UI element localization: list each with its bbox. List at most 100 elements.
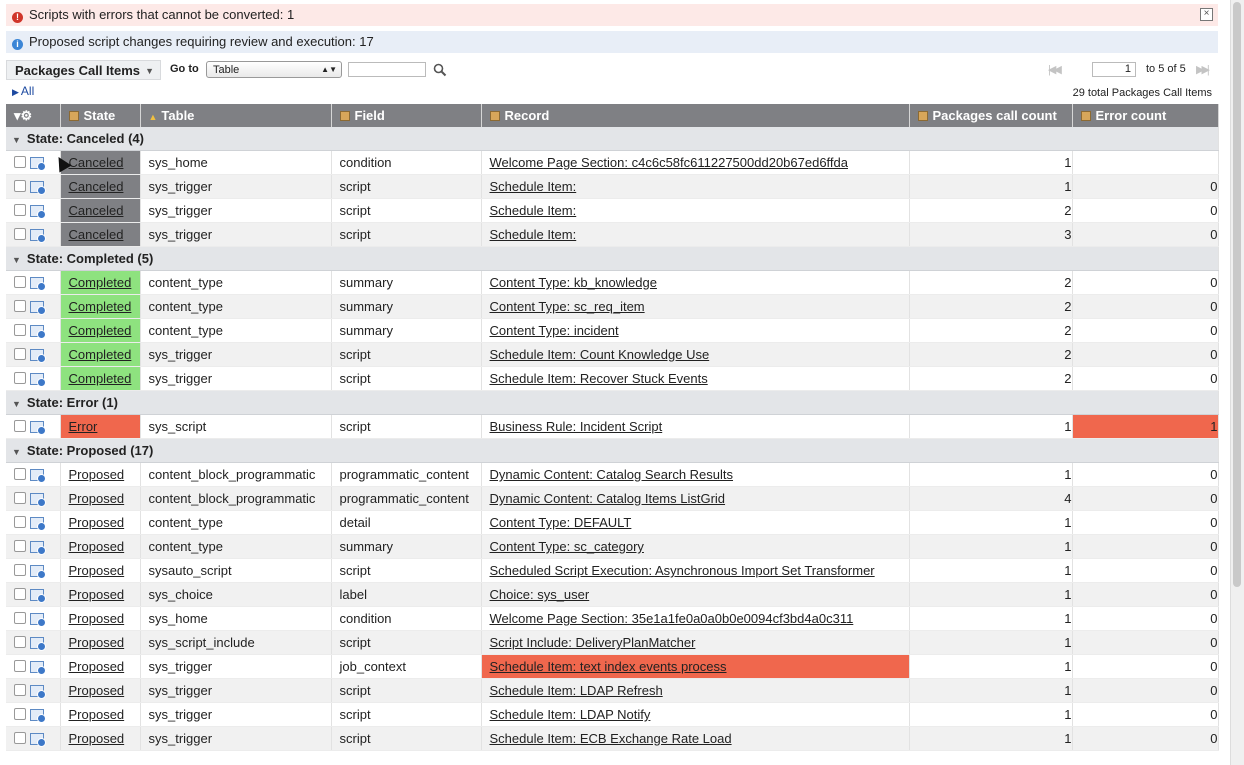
state-link[interactable]: Proposed <box>69 515 125 530</box>
state-column-header[interactable]: State <box>60 104 141 127</box>
gear-icon[interactable]: ▾⚙ <box>14 108 32 123</box>
record-column-header[interactable]: Record <box>481 104 910 127</box>
record-preview-icon[interactable] <box>30 589 46 603</box>
state-link[interactable]: Error <box>69 419 98 434</box>
record-preview-icon[interactable] <box>30 325 46 339</box>
row-checkbox[interactable] <box>14 372 26 384</box>
row-checkbox[interactable] <box>14 732 26 744</box>
row-checkbox[interactable] <box>14 156 26 168</box>
table-row[interactable]: Completed content_type summary Content Type… <box>6 270 1219 295</box>
column-context-icon[interactable] <box>339 111 350 121</box>
collapse-group-icon[interactable]: ▼ <box>12 255 21 265</box>
state-link[interactable]: Proposed <box>69 563 125 578</box>
row-checkbox[interactable] <box>14 708 26 720</box>
close-icon[interactable]: × <box>1200 8 1213 21</box>
state-link[interactable]: Canceled <box>69 227 124 242</box>
row-checkbox[interactable] <box>14 348 26 360</box>
record-link[interactable]: Schedule Item: LDAP Refresh <box>490 683 663 698</box>
state-link[interactable]: Canceled <box>69 179 124 194</box>
state-link[interactable]: Canceled <box>69 155 124 170</box>
row-checkbox[interactable] <box>14 636 26 648</box>
search-icon[interactable] <box>433 63 447 77</box>
row-checkbox[interactable] <box>14 564 26 576</box>
state-link[interactable]: Proposed <box>69 611 125 626</box>
row-checkbox[interactable] <box>14 660 26 672</box>
record-link[interactable]: Schedule Item: <box>490 227 577 242</box>
group-header-row[interactable]: ▼ State: Proposed (17) <box>6 438 1219 463</box>
record-preview-icon[interactable] <box>30 469 46 483</box>
scrollbar-thumb[interactable] <box>1233 2 1241 587</box>
record-preview-icon[interactable] <box>30 637 46 651</box>
table-row[interactable]: Canceled sys_trigger script Schedule Item: 2… <box>6 198 1219 223</box>
column-context-icon[interactable] <box>917 111 928 121</box>
column-context-icon[interactable] <box>489 111 500 121</box>
vertical-scrollbar[interactable] <box>1230 0 1244 765</box>
page-input[interactable]: 1 <box>1092 62 1136 77</box>
goto-field-select[interactable]: Table ▲▼ <box>206 61 342 78</box>
state-link[interactable]: Proposed <box>69 467 125 482</box>
error-count-column-header[interactable]: Error count <box>1072 104 1219 127</box>
row-checkbox[interactable] <box>14 300 26 312</box>
group-header-cell[interactable]: ▼ State: Error (1) <box>6 390 1219 415</box>
record-link[interactable]: Schedule Item: <box>490 203 577 218</box>
row-checkbox[interactable] <box>14 228 26 240</box>
table-row[interactable]: Canceled sys_trigger script Schedule Item: 1… <box>6 174 1219 199</box>
state-link[interactable]: Canceled <box>69 203 124 218</box>
list-title-menu[interactable]: Packages Call Items ▼ <box>6 60 161 80</box>
state-link[interactable]: Completed <box>69 347 132 362</box>
row-checkbox[interactable] <box>14 180 26 192</box>
record-preview-icon[interactable] <box>30 685 46 699</box>
record-link[interactable]: Welcome Page Section: c4c6c58fc611227500… <box>490 155 849 170</box>
group-header-row[interactable]: ▼ State: Canceled (4) <box>6 127 1219 151</box>
table-row[interactable]: Canceled sys_home condition Welcome Page Se… <box>6 150 1219 175</box>
record-link[interactable]: Schedule Item: text index events process <box>490 659 727 674</box>
group-header-cell[interactable]: ▼ State: Completed (5) <box>6 246 1219 271</box>
record-preview-icon[interactable] <box>30 517 46 531</box>
state-link[interactable]: Completed <box>69 275 132 290</box>
table-row[interactable]: Canceled sys_trigger script Schedule Item: 3… <box>6 222 1219 247</box>
table-row[interactable]: Proposed sys_script_include script Script I… <box>6 630 1219 655</box>
record-preview-icon[interactable] <box>30 349 46 363</box>
packages-call-count-column-header[interactable]: Packages call count <box>909 104 1073 127</box>
record-preview-icon[interactable] <box>30 709 46 723</box>
record-link[interactable]: Choice: sys_user <box>490 587 590 602</box>
table-row[interactable]: Error sys_script script Business Rule: Inci… <box>6 414 1219 439</box>
group-header-cell[interactable]: ▼ State: Proposed (17) <box>6 438 1219 463</box>
row-checkbox[interactable] <box>14 204 26 216</box>
group-header-cell[interactable]: ▼ State: Canceled (4) <box>6 127 1219 151</box>
row-checkbox[interactable] <box>14 420 26 432</box>
record-preview-icon[interactable] <box>30 493 46 507</box>
goto-search-input[interactable] <box>348 62 426 77</box>
row-checkbox[interactable] <box>14 324 26 336</box>
table-row[interactable]: Proposed sys_home condition Welcome Page Se… <box>6 606 1219 631</box>
record-preview-icon[interactable] <box>30 373 46 387</box>
record-preview-icon[interactable] <box>30 565 46 579</box>
state-link[interactable]: Proposed <box>69 491 125 506</box>
record-link[interactable]: Script Include: DeliveryPlanMatcher <box>490 635 696 650</box>
state-link[interactable]: Completed <box>69 299 132 314</box>
state-link[interactable]: Proposed <box>69 683 125 698</box>
record-preview-icon[interactable] <box>30 541 46 555</box>
table-row[interactable]: Proposed content_type detail Content Type: … <box>6 510 1219 535</box>
field-column-header[interactable]: Field <box>331 104 482 127</box>
table-row[interactable]: Completed sys_trigger script Schedule Item:… <box>6 342 1219 367</box>
record-preview-icon[interactable] <box>30 613 46 627</box>
table-row[interactable]: Completed content_type summary Content Type… <box>6 294 1219 319</box>
state-link[interactable]: Completed <box>69 371 132 386</box>
table-row[interactable]: Proposed sysauto_script script Scheduled Sc… <box>6 558 1219 583</box>
record-link[interactable]: Schedule Item: ECB Exchange Rate Load <box>490 731 732 746</box>
row-checkbox[interactable] <box>14 276 26 288</box>
table-row[interactable]: Completed sys_trigger script Schedule Item:… <box>6 366 1219 391</box>
group-header-row[interactable]: ▼ State: Completed (5) <box>6 246 1219 271</box>
table-row[interactable]: Proposed sys_trigger script Schedule Item: … <box>6 702 1219 727</box>
record-link[interactable]: Content Type: sc_category <box>490 539 644 554</box>
record-link[interactable]: Content Type: kb_knowledge <box>490 275 657 290</box>
column-context-icon[interactable] <box>68 111 79 121</box>
column-context-icon[interactable] <box>1080 111 1091 121</box>
row-checkbox[interactable] <box>14 540 26 552</box>
record-link[interactable]: Dynamic Content: Catalog Search Results <box>490 467 734 482</box>
collapse-group-icon[interactable]: ▼ <box>12 447 21 457</box>
table-column-header[interactable]: ▲ Table <box>140 104 332 127</box>
table-row[interactable]: Proposed content_type summary Content Type:… <box>6 534 1219 559</box>
column-options-header[interactable]: ▾⚙ <box>6 104 61 127</box>
